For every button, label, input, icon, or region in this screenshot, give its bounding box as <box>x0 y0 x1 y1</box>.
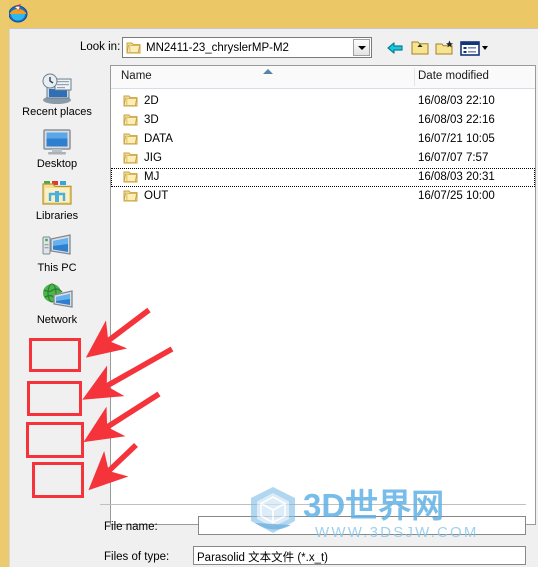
files-of-type-value: Parasolid 文本文件 (*.x_t) <box>197 552 329 564</box>
new-folder-button[interactable] <box>434 38 456 58</box>
chevron-down-icon[interactable] <box>353 39 370 56</box>
views-button[interactable] <box>459 38 489 58</box>
file-date-modified: 16/08/03 22:16 <box>418 114 495 126</box>
file-name: OUT <box>144 190 169 202</box>
file-name-input[interactable] <box>198 516 526 535</box>
sidebar-item-label: Desktop <box>36 158 78 170</box>
file-name: 2D <box>144 95 159 107</box>
folder-icon <box>123 171 138 183</box>
lookin-path-text: MN2411-23_chryslerMP-M2 <box>146 41 289 54</box>
this-pc-icon <box>13 227 101 261</box>
lookin-combobox[interactable]: MN2411-23_chryslerMP-M2 <box>122 37 372 58</box>
file-name: MJ <box>144 171 160 183</box>
file-name-label: File name: <box>104 521 158 533</box>
folder-icon <box>123 152 138 164</box>
folder-icon <box>123 95 138 107</box>
open-file-dialog: Look in: MN2411-23_chryslerMP-M2 Recent … <box>9 28 538 567</box>
back-button[interactable] <box>384 38 406 58</box>
column-header-name[interactable]: Name <box>121 70 152 82</box>
file-name: 3D <box>144 114 159 126</box>
file-date-modified: 16/07/21 10:05 <box>418 133 495 145</box>
lookin-row: Look in: MN2411-23_chryslerMP-M2 <box>10 34 538 62</box>
sort-ascending-icon <box>263 69 273 74</box>
sidebar-item-label: Libraries <box>35 210 79 222</box>
file-date-modified: 16/08/03 22:10 <box>418 95 495 107</box>
footer-divider <box>100 504 526 505</box>
sidebar-item-recent-places[interactable]: Recent places <box>13 71 101 118</box>
file-name-value <box>199 517 525 521</box>
views-list-icon <box>460 41 488 56</box>
file-list-header: Name Date modified <box>111 66 535 89</box>
annotation-box <box>29 338 81 372</box>
annotation-box <box>32 462 84 498</box>
annotation-box <box>26 422 84 458</box>
new-folder-icon <box>435 40 453 55</box>
sidebar-item-desktop[interactable]: Desktop <box>13 123 101 170</box>
file-date-modified: 16/07/25 10:00 <box>418 190 495 202</box>
network-globe-icon <box>13 279 101 313</box>
file-name: JIG <box>144 152 162 164</box>
table-row[interactable]: JIG 16/07/07 7:57 <box>111 149 535 168</box>
file-name: DATA <box>144 133 173 145</box>
column-header-date-modified[interactable]: Date modified <box>418 70 489 82</box>
table-row[interactable]: MJ 16/08/03 20:31 <box>111 168 535 187</box>
table-row[interactable]: DATA 16/07/21 10:05 <box>111 130 535 149</box>
files-of-type-select[interactable]: Parasolid 文本文件 (*.x_t) <box>193 546 526 565</box>
table-row[interactable]: 2D 16/08/03 22:10 <box>111 92 535 111</box>
table-row[interactable]: 3D 16/08/03 22:16 <box>111 111 535 130</box>
lookin-label: Look in: <box>80 41 121 53</box>
sidebar-item-libraries[interactable]: Libraries <box>13 175 101 222</box>
file-list-panel[interactable]: Name Date modified 2D 16/08/03 22:10 3D … <box>110 65 536 525</box>
folder-icon <box>123 114 138 126</box>
desktop-monitor-icon <box>13 123 101 157</box>
app-swirl-icon <box>8 4 28 23</box>
libraries-folder-icon <box>13 175 101 209</box>
sidebar-item-label: Recent places <box>22 106 92 118</box>
folder-icon <box>126 42 141 53</box>
title-bar <box>0 0 538 28</box>
up-folder-icon <box>411 41 429 55</box>
up-one-level-button[interactable] <box>409 38 431 58</box>
file-date-modified: 16/07/07 7:57 <box>418 152 489 164</box>
annotation-box <box>27 381 82 416</box>
file-date-modified: 16/08/03 20:31 <box>418 171 495 183</box>
sidebar-item-this-pc[interactable]: This PC <box>13 227 101 274</box>
folder-icon <box>123 133 138 145</box>
sidebar-item-network[interactable]: Network <box>13 279 101 326</box>
back-arrow-icon <box>387 42 403 54</box>
table-row[interactable]: OUT 16/07/25 10:00 <box>111 187 535 206</box>
files-of-type-label: Files of type: <box>104 551 170 563</box>
sidebar-item-label: This PC <box>37 262 77 274</box>
application-frame: Look in: MN2411-23_chryslerMP-M2 Recent … <box>0 0 538 567</box>
left-gold-strip <box>0 0 9 566</box>
recent-places-icon <box>13 71 101 105</box>
folder-icon <box>123 190 138 202</box>
sidebar-item-label: Network <box>36 314 78 326</box>
column-divider[interactable] <box>414 68 415 86</box>
